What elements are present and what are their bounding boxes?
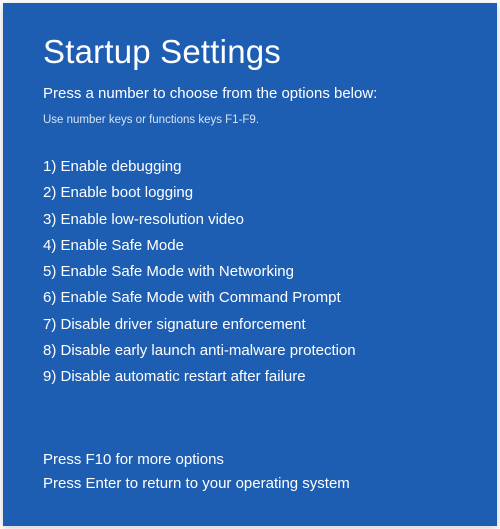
option-8-disable-anti-malware[interactable]: 8) Disable early launch anti-malware pro… bbox=[43, 338, 463, 364]
option-3-low-resolution-video[interactable]: 3) Enable low-resolution video bbox=[43, 207, 463, 233]
option-6-safe-mode-command-prompt[interactable]: 6) Enable Safe Mode with Command Prompt bbox=[43, 285, 463, 311]
option-9-disable-auto-restart[interactable]: 9) Disable automatic restart after failu… bbox=[43, 364, 463, 390]
spacer bbox=[43, 410, 463, 448]
option-4-safe-mode[interactable]: 4) Enable Safe Mode bbox=[43, 233, 463, 259]
options-list: 1) Enable debugging 2) Enable boot loggi… bbox=[43, 154, 463, 390]
option-1-debugging[interactable]: 1) Enable debugging bbox=[43, 154, 463, 180]
instruction-text: Press a number to choose from the option… bbox=[43, 85, 463, 102]
startup-settings-screen: Startup Settings Press a number to choos… bbox=[3, 3, 497, 526]
option-5-safe-mode-networking[interactable]: 5) Enable Safe Mode with Networking bbox=[43, 259, 463, 285]
return-hint[interactable]: Press Enter to return to your operating … bbox=[43, 472, 463, 496]
option-2-boot-logging[interactable]: 2) Enable boot logging bbox=[43, 180, 463, 206]
option-7-disable-driver-signature[interactable]: 7) Disable driver signature enforcement bbox=[43, 312, 463, 338]
more-options-hint[interactable]: Press F10 for more options bbox=[43, 448, 463, 472]
page-title: Startup Settings bbox=[43, 33, 463, 71]
hint-text: Use number keys or functions keys F1-F9. bbox=[43, 114, 463, 126]
